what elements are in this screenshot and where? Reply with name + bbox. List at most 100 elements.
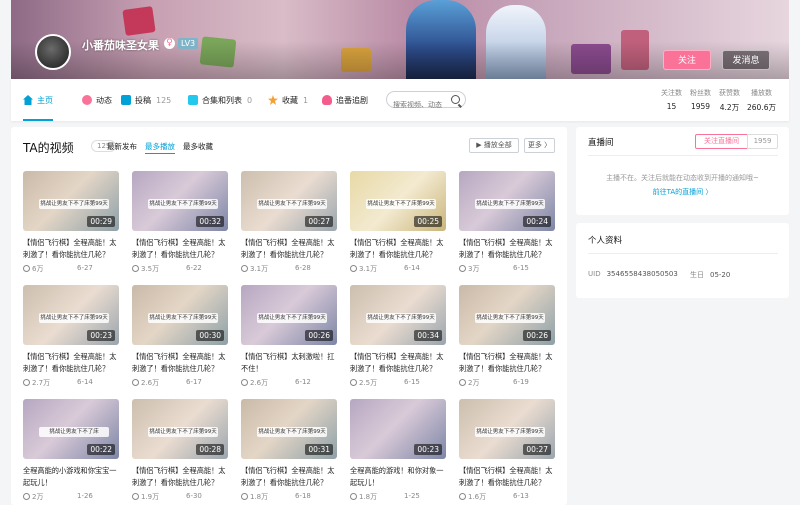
play-count-icon	[241, 379, 248, 386]
play-count-icon	[350, 493, 357, 500]
follow-button[interactable]: 关注	[663, 50, 711, 70]
tab-bangumi[interactable]: 追番追剧	[322, 79, 368, 121]
thumbnail-caption: 挑战让男友下不了床第99天	[475, 427, 545, 437]
video-card[interactable]: 挑战让男友下不了床第99天 00:26 【情侣飞行棋】太刺激啦！扛不住！ 2.6万 6-…	[241, 285, 337, 397]
video-thumbnail[interactable]: 挑战让男友下不了床第99天 00:32	[132, 171, 228, 231]
video-thumbnail[interactable]: 挑战让男友下不了床第99天 00:24	[459, 171, 555, 231]
video-title[interactable]: 【情侣飞行棋】全程高能！太刺激了！看你能抗住几轮？	[23, 237, 119, 261]
play-count-icon	[241, 265, 248, 272]
video-card[interactable]: 挑战让男友下不了床第99天 00:30 【情侣飞行棋】全程高能！太刺激了！看你能抗住…	[132, 285, 228, 397]
go-to-live-room-link[interactable]: 前往TA的直播间 〉	[576, 187, 789, 197]
video-card[interactable]: 挑战让男友下不了床第99天 00:27 【情侣飞行棋】全程高能！太刺激了！看你能抗住…	[241, 171, 337, 283]
birthday-row: 生日 05-20	[690, 270, 730, 280]
video-duration: 00:26	[523, 330, 551, 341]
video-meta: 2万 1-26	[23, 492, 119, 502]
video-title[interactable]: 【情侣飞行棋】全程高能！太刺激了！看你能抗住几轮？	[132, 465, 228, 489]
level-badge: LV3	[178, 38, 199, 49]
video-card[interactable]: 挑战让男友下不了床第99天 00:31 【情侣飞行棋】全程高能！太刺激了！看你能抗住…	[241, 399, 337, 505]
video-title[interactable]: 【情侣飞行棋】全程高能！太刺激了！看你能抗住几轮？	[459, 351, 555, 375]
video-thumbnail[interactable]: 挑战让男友下不了床第99天 00:31	[241, 399, 337, 459]
sort-latest[interactable]: 最新发布	[107, 141, 137, 152]
tab-uploads[interactable]: 投稿 125	[121, 79, 171, 121]
follow-live-room-button[interactable]: 关注直播间	[695, 134, 748, 149]
stat-plays: 播放数 260.6万	[747, 88, 776, 113]
avatar[interactable]	[35, 34, 71, 70]
video-card[interactable]: 00:23 全程高能的游戏！和你对象一起玩儿！ 1.8万 1-25	[350, 399, 446, 505]
thumbnail-caption: 挑战让男友下不了床第99天	[366, 199, 436, 209]
video-thumbnail[interactable]: 挑战让男友下不了床第99天 00:25	[350, 171, 446, 231]
video-card[interactable]: 挑战让男友下不了床第99天 00:25 【情侣飞行棋】全程高能！太刺激了！看你能抗住…	[350, 171, 446, 283]
tab-uploads-label: 投稿	[135, 95, 151, 105]
video-thumbnail[interactable]: 挑战让男友下不了床第99天 00:34	[350, 285, 446, 345]
video-title[interactable]: 【情侣飞行棋】全程高能！太刺激了！看你能抗住几轮？	[132, 237, 228, 261]
video-title[interactable]: 全程高能的小游戏和你宝宝一起玩儿！	[23, 465, 119, 489]
video-card[interactable]: 挑战让男友下不了床 00:22 全程高能的小游戏和你宝宝一起玩儿！ 2万 1-26	[23, 399, 119, 505]
activity-icon	[82, 95, 92, 105]
publish-date: 6-19	[513, 378, 529, 386]
video-card[interactable]: 挑战让男友下不了床第99天 00:24 【情侣飞行棋】全程高能！太刺激了！看你能抗住…	[459, 171, 555, 283]
video-title[interactable]: 【情侣飞行棋】全程高能！太刺激了！看你能抗住几轮？	[23, 351, 119, 375]
tab-home[interactable]: 主页	[23, 79, 53, 121]
tab-collections[interactable]: 合集和列表 0	[188, 79, 252, 121]
video-thumbnail[interactable]: 挑战让男友下不了床第99天 00:27	[459, 399, 555, 459]
video-card[interactable]: 挑战让男友下不了床第99天 00:27 【情侣飞行棋】全程高能！太刺激了！看你能抗住…	[459, 399, 555, 505]
video-card[interactable]: 挑战让男友下不了床第99天 00:26 【情侣飞行棋】全程高能！太刺激了！看你能抗住…	[459, 285, 555, 397]
sort-most-favorited[interactable]: 最多收藏	[183, 141, 213, 152]
video-card[interactable]: 挑战让男友下不了床第99天 00:28 【情侣飞行棋】全程高能！太刺激了！看你能抗住…	[132, 399, 228, 505]
video-title[interactable]: 【情侣飞行棋】全程高能！太刺激了！看你能抗住几轮？	[459, 465, 555, 489]
stat-likes: 获赞数 4.2万	[719, 88, 740, 113]
video-thumbnail[interactable]: 挑战让男友下不了床 00:22	[23, 399, 119, 459]
tab-activity[interactable]: 动态	[82, 79, 112, 121]
video-title[interactable]: 【情侣飞行棋】全程高能！太刺激了！看你能抗住几轮？	[350, 237, 446, 261]
video-card[interactable]: 挑战让男友下不了床第99天 00:23 【情侣飞行棋】全程高能！太刺激了！看你能抗住…	[23, 285, 119, 397]
video-card[interactable]: 挑战让男友下不了床第99天 00:32 【情侣飞行棋】全程高能！太刺激了！看你能抗住…	[132, 171, 228, 283]
video-meta: 1.9万 6-30	[132, 492, 228, 502]
sort-most-played[interactable]: 最多播放	[145, 141, 175, 154]
video-thumbnail[interactable]: 挑战让男友下不了床第99天 00:29	[23, 171, 119, 231]
search-icon[interactable]	[451, 95, 460, 104]
video-duration: 00:31	[305, 444, 333, 455]
video-duration: 00:23	[414, 444, 442, 455]
send-message-button[interactable]: 发消息	[722, 50, 770, 70]
username[interactable]: 小番茄味圣女果	[82, 37, 159, 53]
stat-following-label: 关注数	[661, 89, 682, 97]
video-thumbnail[interactable]: 00:23	[350, 399, 446, 459]
tab-favorites[interactable]: 收藏 1	[268, 79, 308, 121]
search-input[interactable]	[393, 101, 453, 109]
video-duration: 00:24	[523, 216, 551, 227]
video-meta: 2.6万 6-12	[241, 378, 337, 388]
play-all-button[interactable]: ▶ 播放全部	[469, 138, 519, 153]
video-title[interactable]: 全程高能的游戏！和你对象一起玩儿！	[350, 465, 446, 489]
video-duration: 00:27	[523, 444, 551, 455]
video-thumbnail[interactable]: 挑战让男友下不了床第99天 00:27	[241, 171, 337, 231]
video-thumbnail[interactable]: 挑战让男友下不了床第99天 00:23	[23, 285, 119, 345]
video-thumbnail[interactable]: 挑战让男友下不了床第99天 00:26	[459, 285, 555, 345]
video-search-box[interactable]	[386, 91, 466, 109]
video-thumbnail[interactable]: 挑战让男友下不了床第99天 00:30	[132, 285, 228, 345]
videos-section-title: TA的视频	[23, 141, 74, 155]
thumbnail-caption: 挑战让男友下不了床	[39, 427, 109, 437]
stat-fans[interactable]: 粉丝数 1959	[690, 88, 711, 111]
video-title[interactable]: 【情侣飞行棋】全程高能！太刺激了！看你能抗住几轮？	[241, 237, 337, 261]
video-title[interactable]: 【情侣飞行棋】太刺激啦！扛不住！	[241, 351, 337, 375]
publish-date: 1-25	[404, 492, 420, 500]
publish-date: 6-28	[295, 264, 311, 272]
play-count-icon	[459, 379, 466, 386]
publish-date: 6-22	[186, 264, 202, 272]
video-card[interactable]: 挑战让男友下不了床第99天 00:29 【情侣飞行棋】全程高能！太刺激了！看你能抗住…	[23, 171, 119, 283]
more-videos-button[interactable]: 更多 〉	[524, 138, 555, 153]
video-thumbnail[interactable]: 挑战让男友下不了床第99天 00:26	[241, 285, 337, 345]
video-thumbnail[interactable]: 挑战让男友下不了床第99天 00:28	[132, 399, 228, 459]
play-count: 6万	[32, 265, 44, 273]
publish-date: 6-15	[404, 378, 420, 386]
video-title[interactable]: 【情侣飞行棋】全程高能！太刺激了！看你能抗住几轮？	[132, 351, 228, 375]
publish-date: 6-17	[186, 378, 202, 386]
play-count-icon	[459, 493, 466, 500]
video-title[interactable]: 【情侣飞行棋】全程高能！太刺激了！看你能抗住几轮？	[459, 237, 555, 261]
thumbnail-caption: 挑战让男友下不了床第99天	[366, 313, 436, 323]
video-title[interactable]: 【情侣飞行棋】全程高能！太刺激了！看你能抗住几轮？	[241, 465, 337, 489]
stat-likes-label: 获赞数	[719, 89, 740, 97]
stat-following[interactable]: 关注数 15	[661, 88, 682, 111]
video-card[interactable]: 挑战让男友下不了床第99天 00:34 【情侣飞行棋】全程高能！太刺激了！看你能抗住…	[350, 285, 446, 397]
video-title[interactable]: 【情侣飞行棋】全程高能！太刺激了！看你能抗住几轮？	[350, 351, 446, 375]
